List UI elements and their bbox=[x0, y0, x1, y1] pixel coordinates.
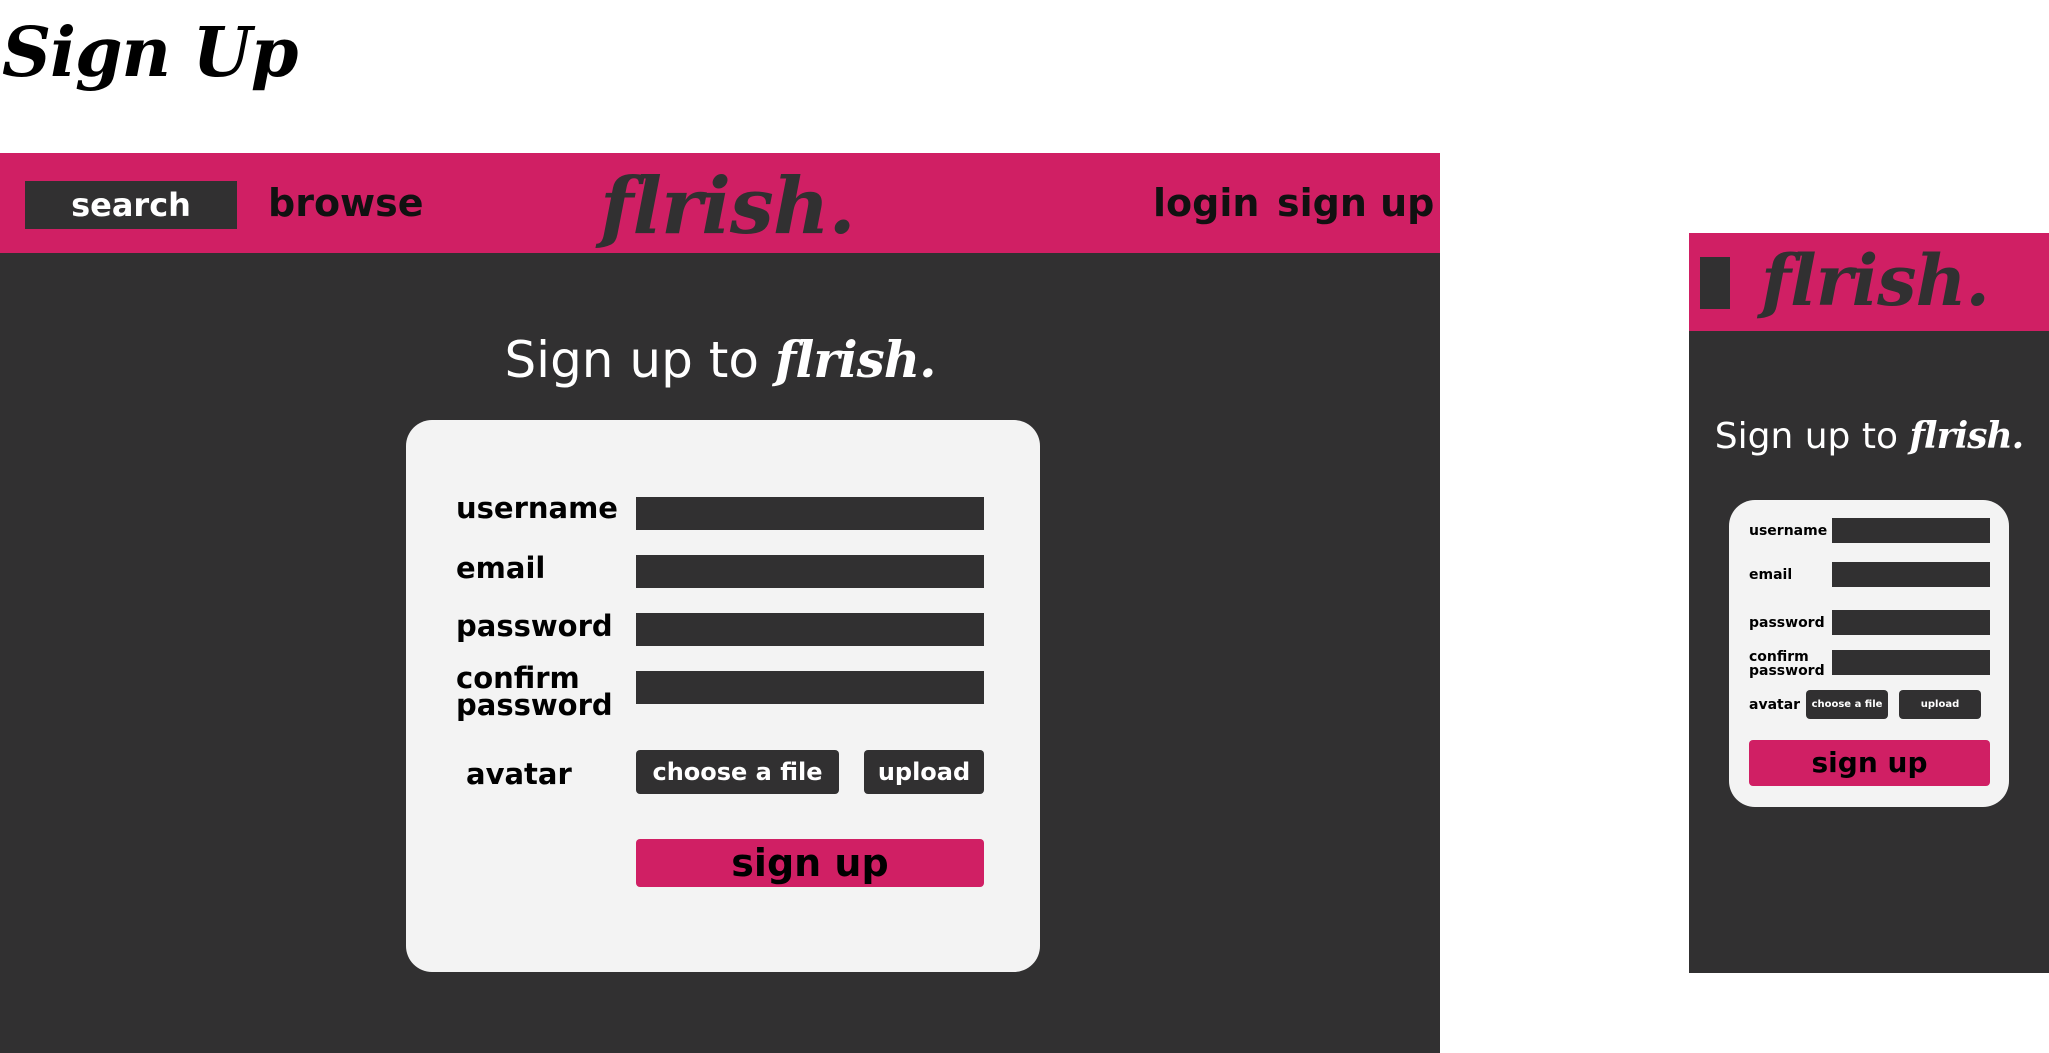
username-input[interactable] bbox=[636, 497, 984, 530]
mobile-heading-logo: flrish. bbox=[1909, 415, 2024, 457]
mobile-upload-button[interactable]: upload bbox=[1899, 690, 1981, 719]
mobile-email-input[interactable] bbox=[1832, 562, 1990, 587]
username-label: username bbox=[456, 491, 618, 525]
page-title: Sign Up bbox=[2, 13, 298, 93]
mobile-username-input[interactable] bbox=[1832, 518, 1990, 543]
email-label: email bbox=[456, 551, 546, 585]
mobile-confirm-password-input[interactable] bbox=[1832, 650, 1990, 675]
mobile-heading-text: Sign up to bbox=[1714, 416, 1910, 457]
mobile-password-label: password bbox=[1749, 615, 1825, 631]
mobile-username-label: username bbox=[1749, 523, 1828, 539]
mobile-confirm-password-label: confirm password bbox=[1749, 650, 1825, 678]
confirm-password-input[interactable] bbox=[636, 671, 984, 704]
signup-submit-button[interactable]: sign up bbox=[636, 839, 984, 887]
heading-text: Sign up to bbox=[504, 331, 775, 389]
password-label: password bbox=[456, 609, 613, 643]
mobile-logo[interactable]: flrish. bbox=[1761, 241, 1990, 321]
mobile-avatar-label: avatar bbox=[1749, 697, 1801, 713]
mobile-confirm-label-line1: confirm bbox=[1749, 649, 1809, 665]
logo[interactable]: flrish. bbox=[600, 165, 856, 249]
login-link[interactable]: login bbox=[1153, 179, 1259, 227]
search-button[interactable]: search bbox=[25, 181, 237, 229]
upload-button[interactable]: upload bbox=[864, 750, 984, 794]
confirm-password-label: confirm password bbox=[456, 663, 613, 720]
mobile-signup-submit-button[interactable]: sign up bbox=[1749, 740, 1990, 786]
email-input[interactable] bbox=[636, 555, 984, 588]
mobile-signup-form-card: username email password confirm password… bbox=[1729, 500, 2009, 807]
mobile-signup-heading: Sign up to flrish. bbox=[1689, 411, 2049, 462]
avatar-label: avatar bbox=[466, 757, 572, 791]
mobile-choose-file-button[interactable]: choose a file bbox=[1806, 690, 1888, 719]
signup-form-card: username email password confirm password… bbox=[406, 420, 1040, 972]
heading-logo: flrish. bbox=[774, 330, 937, 389]
menu-icon[interactable] bbox=[1700, 257, 1730, 309]
confirm-label-line2: password bbox=[456, 688, 613, 722]
browse-link[interactable]: browse bbox=[268, 179, 424, 227]
mobile-confirm-label-line2: password bbox=[1749, 663, 1825, 679]
desktop-navbar: search browse flrish. login sign up bbox=[0, 153, 1440, 253]
password-input[interactable] bbox=[636, 613, 984, 646]
signup-heading: Sign up to flrish. bbox=[0, 325, 1440, 395]
mobile-navbar: flrish. bbox=[1689, 233, 2049, 331]
mobile-password-input[interactable] bbox=[1832, 610, 1990, 635]
desktop-mockup: search browse flrish. login sign up Sign… bbox=[0, 153, 1440, 1053]
choose-file-button[interactable]: choose a file bbox=[636, 750, 839, 794]
signup-link[interactable]: sign up bbox=[1277, 179, 1434, 227]
mobile-mockup: flrish. Sign up to flrish. username emai… bbox=[1689, 233, 2049, 973]
mobile-email-label: email bbox=[1749, 567, 1793, 583]
